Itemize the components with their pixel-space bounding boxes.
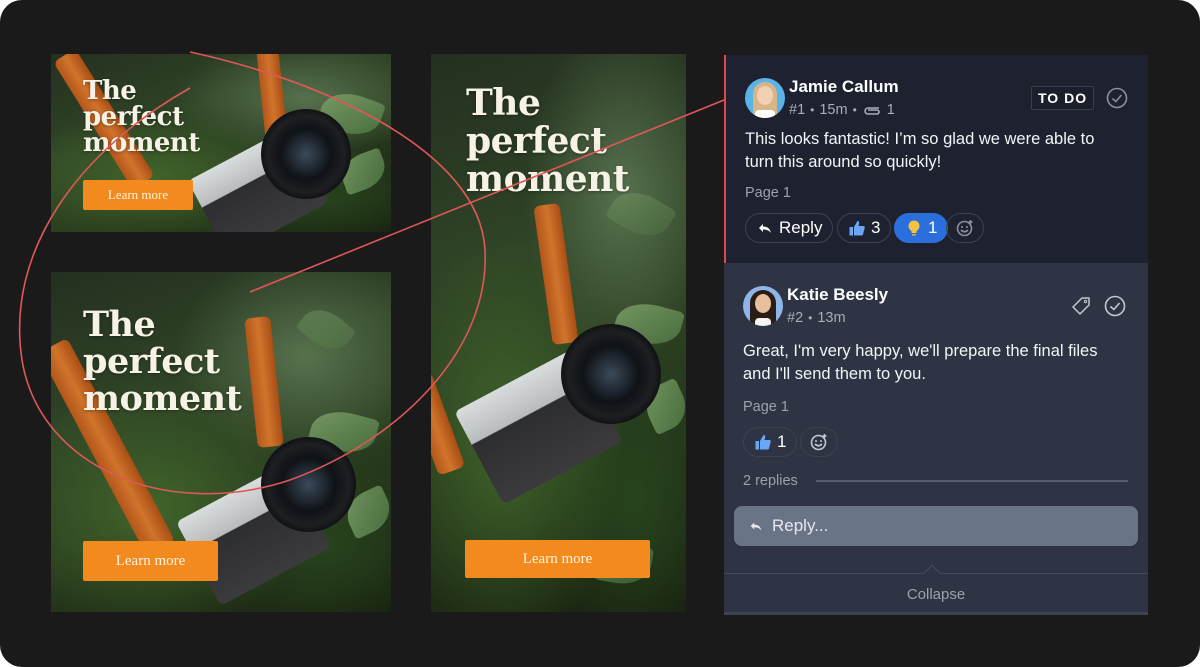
comment-time: 13m xyxy=(817,310,846,326)
avatar xyxy=(743,286,783,326)
replies-divider xyxy=(816,480,1128,482)
comment-number: #2 xyxy=(787,310,804,326)
reaction-count: 1 xyxy=(777,432,787,451)
tag-icon xyxy=(1072,297,1090,315)
comment-text: Great, I'm very happy, we'll prepare the… xyxy=(743,342,1098,383)
thumbs-up-icon xyxy=(849,221,865,236)
check-circle-icon xyxy=(1106,87,1128,109)
reply-arrow-icon xyxy=(759,224,771,233)
ad-headline: The perfect moment xyxy=(466,82,629,200)
leaf xyxy=(295,300,357,359)
reply-label: Reply xyxy=(779,218,823,237)
comment-meta: #1 • 15m • 1 xyxy=(789,102,895,118)
page-reference[interactable]: Page 1 xyxy=(745,185,791,201)
reaction-count: 1 xyxy=(928,218,938,237)
reply-button[interactable]: Reply xyxy=(745,213,834,243)
comment-number: #1 xyxy=(789,102,806,118)
separator-dot: • xyxy=(852,103,857,117)
reply-placeholder: Reply... xyxy=(772,516,829,535)
learn-more-button[interactable]: Learn more xyxy=(465,540,650,578)
reaction-lightbulb[interactable]: 1 xyxy=(894,213,949,243)
add-reaction-button[interactable] xyxy=(800,427,838,457)
comment-time: 15m xyxy=(819,102,848,118)
replies-count[interactable]: 2 replies xyxy=(743,473,798,489)
canvas: The perfect moment Learn more The perfec… xyxy=(0,0,1200,667)
comment-author: Katie Beesly xyxy=(787,285,889,304)
reply-input[interactable]: Reply... xyxy=(734,506,1138,546)
reaction-count: 3 xyxy=(871,218,881,237)
ad-banner-landscape[interactable]: The perfect moment Learn more xyxy=(51,54,391,232)
comments-panel: Jamie Callum #1 • 15m • 1 TO DO This loo… xyxy=(724,55,1148,615)
resolve-button[interactable] xyxy=(1106,87,1128,109)
ad-banner-portrait[interactable]: The perfect moment Learn more xyxy=(431,54,686,612)
camera-strap xyxy=(244,315,284,449)
page-reference[interactable]: Page 1 xyxy=(743,399,789,415)
ad-headline: The perfect moment xyxy=(83,304,242,419)
avatar xyxy=(745,78,785,118)
resolve-button[interactable] xyxy=(1104,295,1126,317)
comment-text: This looks fantastic! I’m so glad we wer… xyxy=(745,130,1095,171)
reply-arrow-icon xyxy=(750,522,762,531)
reaction-thumbs-up[interactable]: 3 xyxy=(837,213,892,243)
panel-bottom-edge xyxy=(724,612,1148,615)
separator-dot: • xyxy=(810,103,815,117)
add-emoji-icon xyxy=(810,434,827,451)
comment-item[interactable]: Jamie Callum #1 • 15m • 1 TO DO This loo… xyxy=(724,55,1148,263)
ad-banner-square[interactable]: The perfect moment Learn more xyxy=(51,272,391,612)
paperclip-icon xyxy=(864,107,880,115)
ad-headline: The perfect moment xyxy=(83,76,200,158)
comment-meta: #2 • 13m xyxy=(787,310,846,326)
learn-more-button[interactable]: Learn more xyxy=(83,180,193,210)
comment-author: Jamie Callum xyxy=(789,77,899,96)
tag-button[interactable] xyxy=(1070,295,1092,317)
collapse-button[interactable]: Collapse xyxy=(724,574,1148,615)
thumbs-up-icon xyxy=(755,435,771,450)
status-badge[interactable]: TO DO xyxy=(1031,86,1095,110)
reaction-thumbs-up[interactable]: 1 xyxy=(743,427,798,457)
comment-item[interactable]: Katie Beesly #2 • 13m Great, I'm very ha… xyxy=(724,263,1148,615)
attachment-count: 1 xyxy=(886,102,895,118)
add-reaction-button[interactable] xyxy=(946,213,984,243)
lightbulb-icon xyxy=(908,220,920,236)
camera-strap xyxy=(533,202,579,346)
separator-dot: • xyxy=(808,311,813,325)
add-emoji-icon xyxy=(956,220,973,237)
check-circle-icon xyxy=(1104,295,1126,317)
learn-more-button[interactable]: Learn more xyxy=(83,541,218,581)
